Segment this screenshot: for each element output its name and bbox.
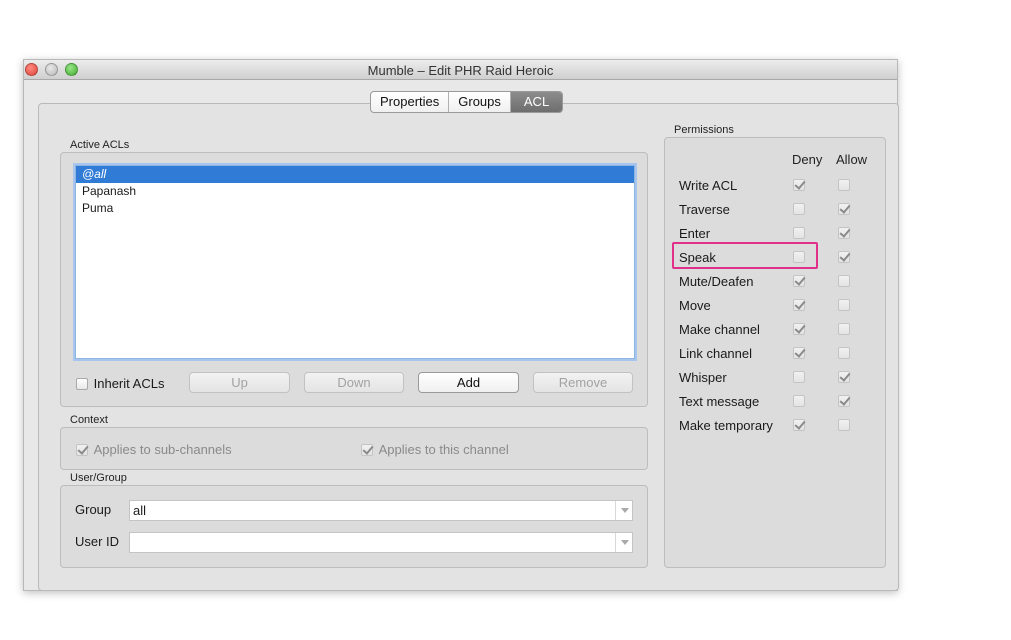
context-heading: Context bbox=[70, 414, 108, 426]
deny-checkbox[interactable] bbox=[793, 299, 805, 311]
allow-checkbox[interactable] bbox=[838, 203, 850, 215]
deny-checkbox[interactable] bbox=[793, 203, 805, 215]
group-combobox-value: all bbox=[133, 503, 147, 518]
applies-this-channel-row[interactable]: Applies to this channel bbox=[361, 441, 509, 457]
acl-list[interactable]: @all Papanash Puma bbox=[75, 165, 635, 359]
permission-label: Mute/Deafen bbox=[679, 274, 754, 289]
deny-checkbox[interactable] bbox=[793, 179, 805, 191]
applies-sub-channels-checkbox[interactable] bbox=[76, 443, 88, 456]
permissions-heading: Permissions bbox=[674, 124, 734, 136]
add-button[interactable]: Add bbox=[418, 372, 519, 393]
permission-label: Make temporary bbox=[679, 418, 773, 433]
permission-row: Text message bbox=[679, 391, 879, 413]
permission-row: Whisper bbox=[679, 367, 879, 389]
chevron-down-icon[interactable] bbox=[615, 533, 632, 552]
permission-label: Write ACL bbox=[679, 178, 738, 193]
permission-label: Link channel bbox=[679, 346, 752, 361]
allow-checkbox[interactable] bbox=[838, 275, 850, 287]
deny-column-header: Deny bbox=[792, 152, 823, 167]
deny-checkbox[interactable] bbox=[793, 323, 805, 335]
deny-checkbox[interactable] bbox=[793, 251, 805, 263]
group-combobox[interactable]: all bbox=[129, 500, 633, 521]
down-button[interactable]: Down bbox=[304, 372, 404, 393]
permission-row: Make channel bbox=[679, 319, 879, 341]
deny-checkbox[interactable] bbox=[793, 395, 805, 407]
allow-checkbox[interactable] bbox=[838, 299, 850, 311]
permission-label: Traverse bbox=[679, 202, 730, 217]
permission-label: Whisper bbox=[679, 370, 727, 385]
inherit-acls-checkbox-row[interactable]: Inherit ACLs bbox=[76, 375, 164, 391]
permission-row: Speak bbox=[679, 247, 879, 269]
inherit-acls-checkbox[interactable] bbox=[76, 377, 88, 390]
user-group-group bbox=[60, 485, 648, 568]
user-id-combobox[interactable] bbox=[129, 532, 633, 553]
tab-properties[interactable]: Properties bbox=[371, 92, 450, 112]
allow-checkbox[interactable] bbox=[838, 323, 850, 335]
acl-list-item[interactable]: Puma bbox=[76, 200, 634, 217]
window-title: Mumble – Edit PHR Raid Heroic bbox=[367, 63, 554, 78]
inherit-acls-label: Inherit ACLs bbox=[93, 376, 165, 392]
deny-checkbox[interactable] bbox=[793, 371, 805, 383]
permission-label: Text message bbox=[679, 394, 760, 409]
permission-row: Enter bbox=[679, 223, 879, 245]
tab-groups[interactable]: Groups bbox=[449, 92, 511, 112]
allow-checkbox[interactable] bbox=[838, 371, 850, 383]
permission-row: Traverse bbox=[679, 199, 879, 221]
allow-checkbox[interactable] bbox=[838, 419, 850, 431]
chevron-down-icon[interactable] bbox=[615, 501, 632, 520]
applies-this-channel-label: Applies to this channel bbox=[378, 442, 509, 458]
tab-acl[interactable]: ACL bbox=[510, 92, 563, 112]
acl-list-item[interactable]: Papanash bbox=[76, 183, 634, 200]
allow-checkbox[interactable] bbox=[838, 395, 850, 407]
active-acls-heading: Active ACLs bbox=[70, 139, 130, 151]
permission-row: Link channel bbox=[679, 343, 879, 365]
applies-this-channel-checkbox[interactable] bbox=[361, 443, 373, 456]
acl-list-item[interactable]: @all bbox=[76, 166, 634, 183]
permission-row: Move bbox=[679, 295, 879, 317]
up-button[interactable]: Up bbox=[189, 372, 290, 393]
permission-row: Write ACL bbox=[679, 175, 879, 197]
allow-checkbox[interactable] bbox=[838, 251, 850, 263]
permission-row: Make temporary bbox=[679, 415, 879, 437]
deny-checkbox[interactable] bbox=[793, 419, 805, 431]
deny-checkbox[interactable] bbox=[793, 347, 805, 359]
deny-checkbox[interactable] bbox=[793, 227, 805, 239]
allow-checkbox[interactable] bbox=[838, 227, 850, 239]
user-group-heading: User/Group bbox=[70, 472, 127, 484]
allow-checkbox[interactable] bbox=[838, 179, 850, 191]
permission-label: Move bbox=[679, 298, 711, 313]
applies-sub-channels-row[interactable]: Applies to sub-channels bbox=[76, 441, 232, 457]
remove-button[interactable]: Remove bbox=[533, 372, 633, 393]
permission-row: Mute/Deafen bbox=[679, 271, 879, 293]
deny-checkbox[interactable] bbox=[793, 275, 805, 287]
allow-checkbox[interactable] bbox=[838, 347, 850, 359]
user-id-label: User ID bbox=[75, 534, 120, 549]
tab-bar: Properties Groups ACL bbox=[370, 91, 564, 113]
permission-label: Make channel bbox=[679, 322, 760, 337]
group-label: Group bbox=[75, 502, 112, 517]
permission-label: Speak bbox=[679, 250, 716, 265]
applies-sub-channels-label: Applies to sub-channels bbox=[93, 442, 232, 458]
title-bar[interactable]: Mumble – Edit PHR Raid Heroic bbox=[24, 60, 897, 80]
permission-label: Enter bbox=[679, 226, 711, 241]
allow-column-header: Allow bbox=[836, 152, 868, 167]
